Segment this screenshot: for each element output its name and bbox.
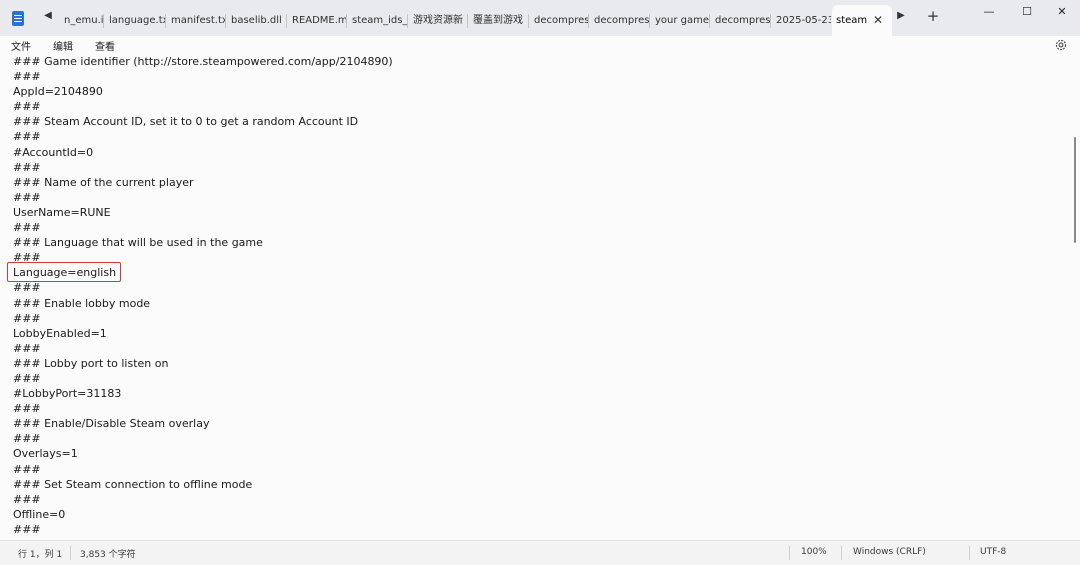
editor-line: ### — [13, 522, 41, 536]
line-ending[interactable]: Windows (CRLF) — [853, 547, 926, 557]
encoding[interactable]: UTF-8 — [980, 547, 1006, 557]
tab-10[interactable]: your game c — [651, 5, 711, 36]
status-divider — [70, 546, 71, 560]
editor-line: ### — [13, 160, 41, 174]
new-tab-button[interactable]: + — [925, 7, 941, 25]
tab-7[interactable]: 覆盖到游戏 — [469, 5, 530, 36]
editor-line: ### — [13, 432, 41, 446]
editor-line: ### Name of the current player — [13, 175, 194, 189]
editor-line: ### — [13, 402, 41, 416]
tab-6[interactable]: 游戏资源新 — [409, 5, 469, 36]
status-divider — [789, 546, 790, 560]
title-bar: ◀ n_emu.i language.txt manifest.txt base… — [0, 0, 1080, 36]
zoom-level[interactable]: 100% — [801, 547, 827, 557]
tab-4[interactable]: README.md — [288, 5, 348, 36]
editor-line: ### — [13, 371, 41, 385]
editor-line: ### Language that will be used in the ga… — [13, 236, 263, 250]
editor-line: ### — [13, 100, 41, 114]
tab-scroll-right-button[interactable]: ▶ — [893, 10, 909, 21]
status-divider — [841, 546, 842, 560]
highlight-box-language — [7, 262, 121, 282]
editor-line: #LobbyPort=31183 — [13, 387, 122, 401]
editor-line: #AccountId=0 — [13, 145, 94, 159]
tab-strip: n_emu.i language.txt manifest.txt baseli… — [60, 5, 892, 36]
menu-edit[interactable]: 编辑 — [53, 38, 73, 53]
editor-line: Overlays=1 — [13, 447, 78, 461]
editor-line: Offline=0 — [13, 507, 66, 521]
tab-9[interactable]: decompress_ — [590, 5, 651, 36]
menu-file[interactable]: 文件 — [11, 38, 31, 53]
editor-line: ### — [13, 462, 41, 476]
close-window-button[interactable]: ✕ — [1044, 0, 1080, 24]
status-divider — [969, 546, 970, 560]
editor-line: ### — [13, 221, 41, 235]
editor-line: AppId=2104890 — [13, 85, 103, 99]
status-bar: 行 1，列 1 3,853 个字符 100% Windows (CRLF) UT… — [0, 540, 1080, 565]
editor-line: ### — [13, 311, 41, 325]
menu-bar: 文件 编辑 查看 — [0, 36, 1080, 56]
editor-line: ### — [13, 281, 41, 295]
editor-line: LobbyEnabled=1 — [13, 326, 107, 340]
text-editor[interactable]: ### Game identifier (http://store.steamp… — [0, 56, 1080, 540]
editor-line: ### — [13, 130, 41, 144]
scrollbar-thumb[interactable] — [1074, 137, 1076, 243]
notepad-icon — [12, 11, 24, 26]
tab-8[interactable]: decompress_ — [530, 5, 590, 36]
close-tab-icon[interactable]: ✕ — [873, 5, 883, 36]
editor-line: ### — [13, 492, 41, 506]
gear-icon[interactable] — [1054, 38, 1068, 52]
tab-scroll-left-button[interactable]: ◀ — [40, 10, 56, 21]
editor-line: ### Steam Account ID, set it to 0 to get… — [13, 115, 359, 129]
editor-line: ### Lobby port to listen on — [13, 356, 169, 370]
editor-line: UserName=RUNE — [13, 205, 111, 219]
editor-line: ### Set Steam connection to offline mode — [13, 477, 253, 491]
editor-line: ### — [13, 70, 41, 84]
editor-line: ### Enable/Disable Steam overlay — [13, 417, 210, 431]
tab-3[interactable]: baselib.dll — [227, 5, 288, 36]
editor-line: ### — [13, 341, 41, 355]
tab-5[interactable]: steam_ids_cc — [348, 5, 409, 36]
character-count: 3,853 个字符 — [80, 550, 136, 560]
vertical-scrollbar[interactable] — [1073, 60, 1077, 536]
tab-active[interactable]: steam ✕ — [832, 5, 892, 36]
menu-view[interactable]: 查看 — [95, 38, 115, 53]
editor-line: ### Enable lobby mode — [13, 296, 151, 310]
cursor-position: 行 1，列 1 — [18, 550, 63, 560]
tab-2[interactable]: manifest.txt — [167, 5, 227, 36]
tab-0[interactable]: n_emu.i — [60, 5, 105, 36]
tab-11[interactable]: decompress_ — [711, 5, 772, 36]
editor-line: ### — [13, 190, 41, 204]
editor-line: ### Game identifier (http://store.steamp… — [13, 56, 393, 68]
tab-1[interactable]: language.txt — [105, 5, 167, 36]
maximize-button[interactable]: ☐ — [1009, 0, 1045, 24]
minimize-button[interactable]: — — [971, 0, 1007, 24]
editor-lines: ### Game identifier (http://store.steamp… — [13, 56, 393, 537]
tab-12[interactable]: 2025-05-23 — [772, 5, 832, 36]
